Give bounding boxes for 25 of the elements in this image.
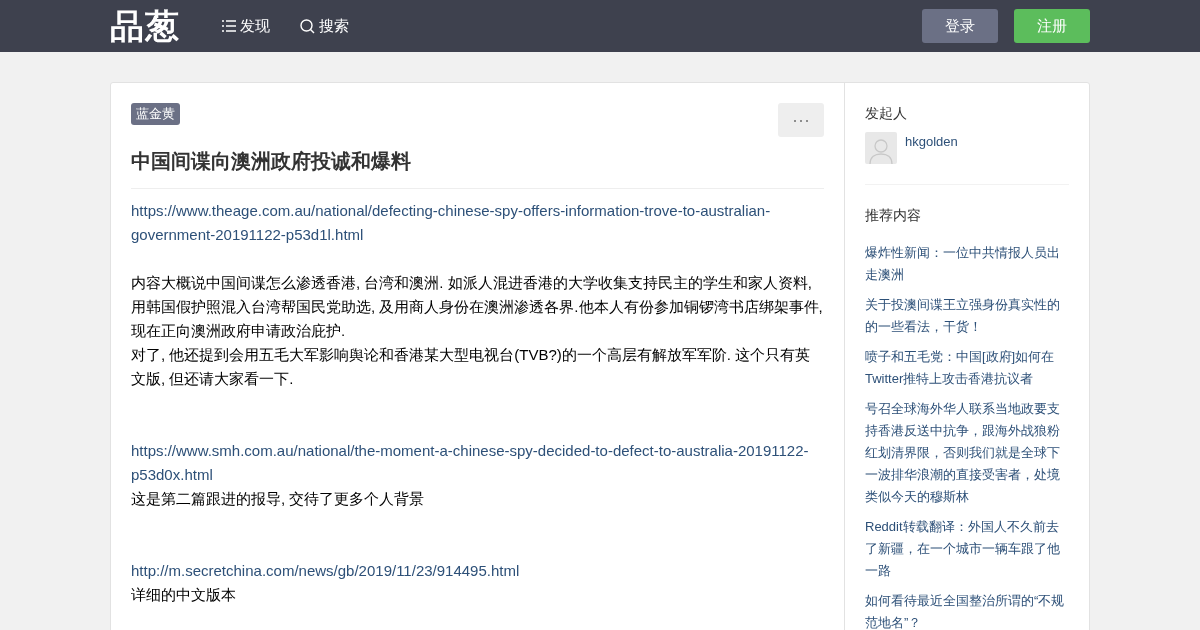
paragraph: 对了, 他还提到会用五毛大军影响舆论和香港某大型电视台(TVB?)的一个高层有解放军军阶. 这个只有英文版, 但还请大家看一下. — [131, 345, 812, 389]
article-link[interactable]: https://www.theage.com.au/national/defecting-chinese-spy-offers-information-trove-to-australian-government-20191122-p53d1l.html — [131, 199, 824, 247]
post-title: 中国间谍向澳洲政府投诚和爆料 — [131, 149, 824, 189]
search-icon — [300, 18, 315, 34]
recommended-link[interactable]: Reddit转载翻译：外国人不久前去了新疆，在一个城市一辆车跟了他一路 — [865, 516, 1069, 582]
article-link[interactable]: https://www.smh.com.au/national/the-moment-a-chinese-spy-decided-to-defect-to-australia-20191122-p53d0x.html — [131, 439, 824, 487]
logo[interactable]: 品葱 — [110, 9, 180, 43]
login-button[interactable]: 登录 — [922, 9, 998, 43]
article-link[interactable]: http://m.secretchina.com/news/gb/2019/11/23/914495.html — [131, 559, 824, 583]
section-heading: 推荐内容 — [865, 206, 922, 225]
recommended-link[interactable]: 号召全球海外华人联系当地政要支持香港反送中抗争，跟海外战狼粉红划清界限，否则我们就是全球下一波排华浪潮的直接受害者，处境类似今天的穆斯林 — [865, 398, 1069, 508]
paragraph: 详细的中文版本 — [131, 585, 237, 605]
section-heading: 发起人 — [865, 104, 908, 123]
nav-link[interactable]: 发现 — [222, 14, 270, 38]
recommended-link[interactable]: 爆炸性新闻：一位中共情报人员出走澳洲 — [865, 242, 1069, 286]
list-icon — [222, 20, 236, 32]
nav-link[interactable]: 搜索 — [300, 14, 349, 38]
avatar[interactable] — [865, 132, 897, 164]
recommended-link[interactable]: 关于投澳间谍王立强身份真实性的的一些看法，干货！ — [865, 294, 1069, 338]
paragraph: 这是第二篇跟进的报导, 交待了更多个人背景 — [131, 489, 426, 509]
recommended-link[interactable]: 喷子和五毛党：中国[政府]如何在Twitter推特上攻击香港抗议者 — [865, 346, 1069, 390]
username-link[interactable]: hkgolden — [905, 132, 958, 152]
recommended-link[interactable]: 如何看待最近全国整治所谓的“不规范地名”？ — [865, 590, 1069, 630]
paragraph: 内容大概说中国间谍怎么渗透香港, 台湾和澳洲. 如派人混进香港的大学收集支持民主的学生和家人资料, 用韩国假护照混入台湾帮国民党助选, 及用商人身份在澳洲渗透各界.他本人有份参加铜锣湾书店绑架事件, 现在正向澳洲政府申请政治庇护. — [131, 273, 824, 341]
topic-tag[interactable]: 蓝金黄 — [131, 103, 180, 125]
